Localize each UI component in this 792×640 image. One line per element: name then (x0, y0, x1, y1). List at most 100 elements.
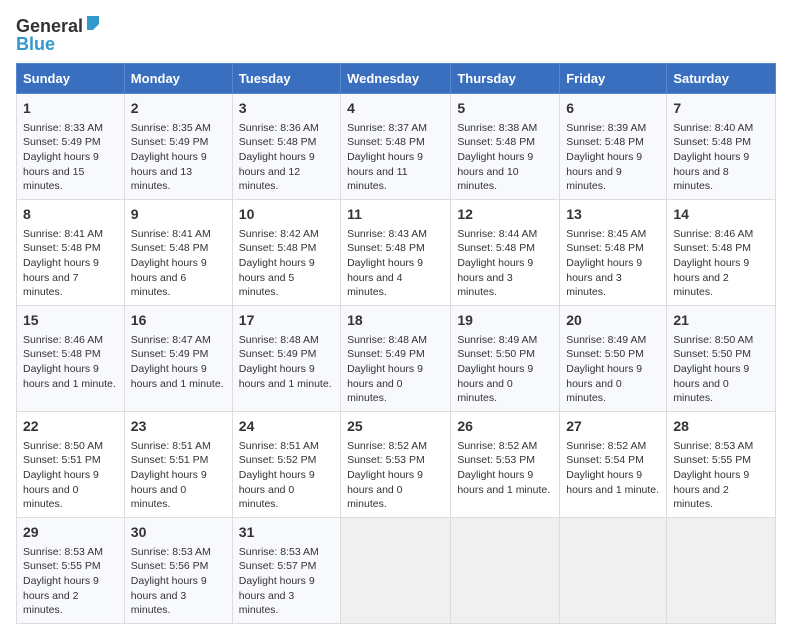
sunset-text: Sunset: 5:48 PM (23, 347, 118, 362)
sunrise-text: Sunrise: 8:45 AM (566, 227, 660, 242)
day-number: 30 (131, 523, 226, 543)
sunset-text: Sunset: 5:50 PM (566, 347, 660, 362)
calendar-cell: 26Sunrise: 8:52 AMSunset: 5:53 PMDayligh… (451, 412, 560, 518)
day-number: 12 (457, 205, 553, 225)
sunrise-text: Sunrise: 8:49 AM (457, 333, 553, 348)
calendar-cell (667, 518, 776, 624)
calendar-cell: 18Sunrise: 8:48 AMSunset: 5:49 PMDayligh… (341, 306, 451, 412)
day-number: 27 (566, 417, 660, 437)
day-number: 29 (23, 523, 118, 543)
sunset-text: Sunset: 5:51 PM (131, 453, 226, 468)
sunset-text: Sunset: 5:48 PM (347, 135, 444, 150)
day-number: 14 (673, 205, 769, 225)
sunrise-text: Sunrise: 8:42 AM (239, 227, 334, 242)
sunrise-text: Sunrise: 8:39 AM (566, 121, 660, 136)
sunset-text: Sunset: 5:50 PM (457, 347, 553, 362)
sunrise-text: Sunrise: 8:41 AM (131, 227, 226, 242)
day-number: 21 (673, 311, 769, 331)
sunrise-text: Sunrise: 8:50 AM (673, 333, 769, 348)
day-number: 13 (566, 205, 660, 225)
calendar-cell: 13Sunrise: 8:45 AMSunset: 5:48 PMDayligh… (560, 200, 667, 306)
daylight-text: Daylight hours 9 hours and 13 minutes. (131, 150, 226, 194)
daylight-text: Daylight hours 9 hours and 0 minutes. (23, 468, 118, 512)
daylight-text: Daylight hours 9 hours and 7 minutes. (23, 256, 118, 300)
weekday-header-monday: Monday (124, 64, 232, 94)
calendar-cell: 25Sunrise: 8:52 AMSunset: 5:53 PMDayligh… (341, 412, 451, 518)
daylight-text: Daylight hours 9 hours and 1 minute. (131, 362, 226, 391)
calendar-cell: 22Sunrise: 8:50 AMSunset: 5:51 PMDayligh… (17, 412, 125, 518)
calendar-week-5: 29Sunrise: 8:53 AMSunset: 5:55 PMDayligh… (17, 518, 776, 624)
sunrise-text: Sunrise: 8:35 AM (131, 121, 226, 136)
calendar-cell: 19Sunrise: 8:49 AMSunset: 5:50 PMDayligh… (451, 306, 560, 412)
daylight-text: Daylight hours 9 hours and 15 minutes. (23, 150, 118, 194)
sunset-text: Sunset: 5:48 PM (239, 135, 334, 150)
day-number: 7 (673, 99, 769, 119)
daylight-text: Daylight hours 9 hours and 2 minutes. (673, 256, 769, 300)
sunset-text: Sunset: 5:48 PM (566, 135, 660, 150)
sunset-text: Sunset: 5:48 PM (23, 241, 118, 256)
logo: General Blue (16, 16, 101, 53)
day-number: 18 (347, 311, 444, 331)
daylight-text: Daylight hours 9 hours and 0 minutes. (239, 468, 334, 512)
sunrise-text: Sunrise: 8:53 AM (239, 545, 334, 560)
calendar-cell: 4Sunrise: 8:37 AMSunset: 5:48 PMDaylight… (341, 94, 451, 200)
sunrise-text: Sunrise: 8:52 AM (347, 439, 444, 454)
daylight-text: Daylight hours 9 hours and 0 minutes. (347, 362, 444, 406)
day-number: 15 (23, 311, 118, 331)
sunrise-text: Sunrise: 8:36 AM (239, 121, 334, 136)
sunrise-text: Sunrise: 8:50 AM (23, 439, 118, 454)
sunrise-text: Sunrise: 8:44 AM (457, 227, 553, 242)
calendar-week-4: 22Sunrise: 8:50 AMSunset: 5:51 PMDayligh… (17, 412, 776, 518)
sunset-text: Sunset: 5:53 PM (347, 453, 444, 468)
daylight-text: Daylight hours 9 hours and 0 minutes. (566, 362, 660, 406)
calendar-cell: 12Sunrise: 8:44 AMSunset: 5:48 PMDayligh… (451, 200, 560, 306)
day-number: 3 (239, 99, 334, 119)
daylight-text: Daylight hours 9 hours and 11 minutes. (347, 150, 444, 194)
sunset-text: Sunset: 5:49 PM (239, 347, 334, 362)
calendar-cell: 20Sunrise: 8:49 AMSunset: 5:50 PMDayligh… (560, 306, 667, 412)
calendar-cell: 23Sunrise: 8:51 AMSunset: 5:51 PMDayligh… (124, 412, 232, 518)
sunset-text: Sunset: 5:48 PM (673, 135, 769, 150)
sunset-text: Sunset: 5:57 PM (239, 559, 334, 574)
sunrise-text: Sunrise: 8:53 AM (673, 439, 769, 454)
daylight-text: Daylight hours 9 hours and 0 minutes. (457, 362, 553, 406)
calendar-cell: 8Sunrise: 8:41 AMSunset: 5:48 PMDaylight… (17, 200, 125, 306)
sunset-text: Sunset: 5:55 PM (23, 559, 118, 574)
calendar-table: SundayMondayTuesdayWednesdayThursdayFrid… (16, 63, 776, 624)
sunset-text: Sunset: 5:49 PM (131, 135, 226, 150)
calendar-week-1: 1Sunrise: 8:33 AMSunset: 5:49 PMDaylight… (17, 94, 776, 200)
daylight-text: Daylight hours 9 hours and 5 minutes. (239, 256, 334, 300)
sunrise-text: Sunrise: 8:37 AM (347, 121, 444, 136)
day-number: 9 (131, 205, 226, 225)
daylight-text: Daylight hours 9 hours and 1 minute. (457, 468, 553, 497)
sunset-text: Sunset: 5:48 PM (347, 241, 444, 256)
daylight-text: Daylight hours 9 hours and 12 minutes. (239, 150, 334, 194)
logo-general-text: General (16, 17, 83, 35)
sunrise-text: Sunrise: 8:53 AM (23, 545, 118, 560)
sunset-text: Sunset: 5:53 PM (457, 453, 553, 468)
day-number: 23 (131, 417, 226, 437)
calendar-cell: 24Sunrise: 8:51 AMSunset: 5:52 PMDayligh… (232, 412, 340, 518)
day-number: 31 (239, 523, 334, 543)
sunset-text: Sunset: 5:55 PM (673, 453, 769, 468)
calendar-cell: 15Sunrise: 8:46 AMSunset: 5:48 PMDayligh… (17, 306, 125, 412)
sunset-text: Sunset: 5:48 PM (457, 135, 553, 150)
daylight-text: Daylight hours 9 hours and 6 minutes. (131, 256, 226, 300)
sunset-text: Sunset: 5:50 PM (673, 347, 769, 362)
calendar-cell: 9Sunrise: 8:41 AMSunset: 5:48 PMDaylight… (124, 200, 232, 306)
daylight-text: Daylight hours 9 hours and 1 minute. (566, 468, 660, 497)
day-number: 28 (673, 417, 769, 437)
day-number: 16 (131, 311, 226, 331)
sunrise-text: Sunrise: 8:41 AM (23, 227, 118, 242)
day-number: 6 (566, 99, 660, 119)
sunrise-text: Sunrise: 8:38 AM (457, 121, 553, 136)
sunset-text: Sunset: 5:54 PM (566, 453, 660, 468)
daylight-text: Daylight hours 9 hours and 4 minutes. (347, 256, 444, 300)
weekday-header-wednesday: Wednesday (341, 64, 451, 94)
sunrise-text: Sunrise: 8:52 AM (566, 439, 660, 454)
calendar-cell: 6Sunrise: 8:39 AMSunset: 5:48 PMDaylight… (560, 94, 667, 200)
daylight-text: Daylight hours 9 hours and 0 minutes. (347, 468, 444, 512)
daylight-text: Daylight hours 9 hours and 3 minutes. (566, 256, 660, 300)
weekday-header-friday: Friday (560, 64, 667, 94)
calendar-cell: 2Sunrise: 8:35 AMSunset: 5:49 PMDaylight… (124, 94, 232, 200)
